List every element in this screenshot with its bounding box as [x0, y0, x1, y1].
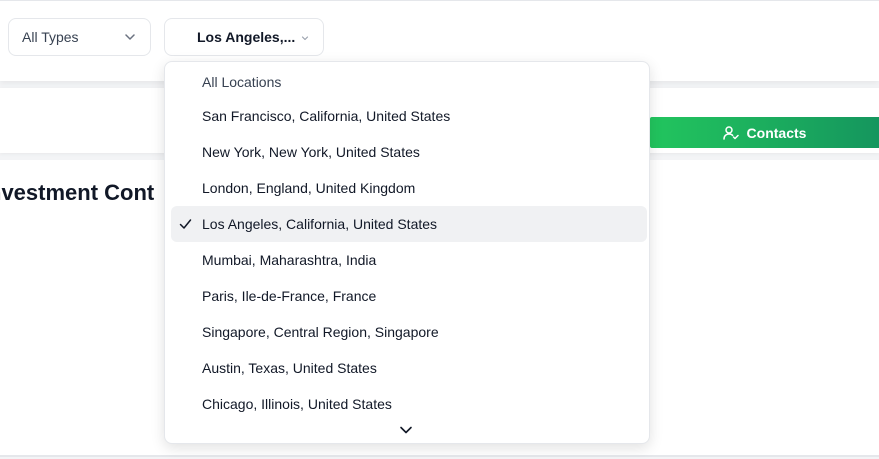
- location-option-label: London, England, United Kingdom: [202, 180, 416, 196]
- chevron-down-icon: [301, 36, 309, 41]
- location-option[interactable]: London, England, United Kingdom: [171, 170, 647, 206]
- page-title: nvestment Cont: [0, 180, 155, 205]
- location-option[interactable]: San Francisco, California, United States: [171, 98, 647, 134]
- checkmark-icon: [179, 219, 192, 229]
- chevron-down-icon: [125, 34, 135, 40]
- location-option-label: Mumbai, Maharashtra, India: [202, 252, 377, 268]
- location-option-label: Paris, Ile-de-France, France: [202, 288, 377, 304]
- location-option-label: Chicago, Illinois, United States: [202, 396, 392, 412]
- location-option-all[interactable]: All Locations: [171, 64, 647, 100]
- location-option[interactable]: Austin, Texas, United States: [171, 350, 647, 386]
- location-option-label: Austin, Texas, United States: [202, 360, 377, 376]
- location-filter-select[interactable]: Los Angeles,...: [164, 18, 324, 56]
- location-option[interactable]: Singapore, Central Region, Singapore: [171, 314, 647, 350]
- contacts-button[interactable]: Contacts: [650, 117, 879, 148]
- location-option-label: Singapore, Central Region, Singapore: [202, 324, 439, 340]
- location-option[interactable]: Mumbai, Maharashtra, India: [171, 242, 647, 278]
- location-dropdown: All Locations San Francisco, California,…: [164, 61, 650, 444]
- contacts-button-label: Contacts: [746, 124, 807, 141]
- location-filter-value: Los Angeles,...: [197, 29, 296, 45]
- type-filter-value: All Types: [22, 29, 79, 45]
- location-option-label: San Francisco, California, United States: [202, 108, 451, 124]
- type-filter-select[interactable]: All Types: [8, 18, 151, 56]
- location-option[interactable]: Paris, Ile-de-France, France: [171, 278, 647, 314]
- location-option-label: All Locations: [202, 74, 282, 90]
- location-option-label: New York, New York, United States: [202, 144, 420, 160]
- location-option-selected[interactable]: Los Angeles, California, United States: [171, 206, 647, 242]
- user-check-icon: [722, 125, 739, 140]
- location-option[interactable]: Chicago, Illinois, United States: [171, 386, 647, 422]
- location-option-label: Los Angeles, California, United States: [202, 216, 438, 232]
- location-option[interactable]: New York, New York, United States: [171, 134, 647, 170]
- chevron-down-icon[interactable]: [399, 425, 413, 435]
